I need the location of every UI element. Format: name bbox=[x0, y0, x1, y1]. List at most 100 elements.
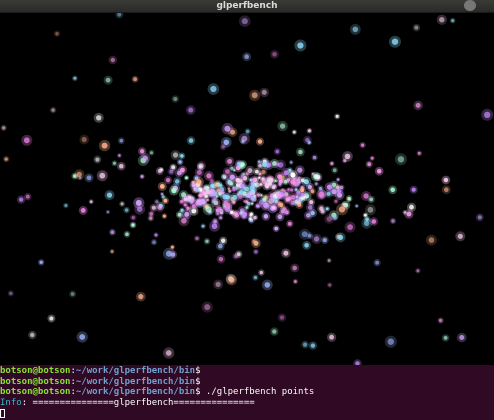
terminal-line bbox=[0, 408, 494, 419]
particle-point bbox=[247, 168, 253, 174]
particle-point bbox=[86, 175, 92, 181]
title-bar[interactable]: glperfbench bbox=[0, 0, 494, 13]
particle-point bbox=[113, 161, 116, 165]
particle-point bbox=[367, 162, 372, 167]
particle-point bbox=[64, 204, 68, 207]
particle-point bbox=[51, 108, 55, 112]
particle-point bbox=[279, 315, 285, 320]
particle-point bbox=[415, 102, 421, 108]
particle-point bbox=[364, 213, 367, 217]
particle-point bbox=[390, 187, 396, 193]
particle-point bbox=[185, 176, 188, 180]
particle-point bbox=[106, 192, 113, 198]
particle-point bbox=[183, 203, 187, 207]
particle-point bbox=[443, 336, 448, 340]
particle-point bbox=[105, 77, 111, 83]
particle-point bbox=[290, 188, 294, 192]
close-icon[interactable] bbox=[464, 0, 476, 11]
particle-point bbox=[355, 204, 358, 208]
particle-point bbox=[249, 178, 253, 182]
particle-point bbox=[253, 276, 257, 280]
particle-point bbox=[241, 135, 248, 142]
particle-point bbox=[322, 238, 327, 243]
terminal-panel[interactable]: botson@botson:~/work/glperfbench/bin$ bo… bbox=[0, 365, 494, 420]
particle-point bbox=[246, 129, 250, 134]
particle-point bbox=[290, 179, 296, 185]
particle-point bbox=[238, 179, 242, 183]
particle-point bbox=[258, 164, 262, 168]
particle-point bbox=[387, 338, 394, 345]
particle-point bbox=[397, 156, 405, 163]
particle-point bbox=[152, 240, 156, 244]
particle-point bbox=[195, 236, 199, 240]
particle-point bbox=[163, 198, 168, 203]
particle-point bbox=[251, 92, 258, 99]
particle-point bbox=[298, 201, 301, 204]
prompt-user: botson@botson bbox=[0, 387, 71, 397]
particle-point bbox=[256, 193, 261, 197]
particle-point bbox=[172, 152, 179, 158]
particle-point bbox=[307, 205, 313, 210]
particle-point bbox=[371, 219, 377, 224]
particle-point bbox=[261, 169, 266, 175]
particle-point bbox=[249, 185, 255, 191]
particle-point bbox=[272, 197, 278, 202]
app-window: glperfbench botson@botson:~/work/glperfb… bbox=[0, 0, 494, 420]
particle-point bbox=[334, 199, 338, 203]
particle-point bbox=[325, 207, 329, 211]
particle-point bbox=[300, 192, 305, 197]
particle-point bbox=[272, 52, 277, 57]
particle-point bbox=[263, 214, 269, 219]
particle-point bbox=[255, 169, 259, 174]
particle-point bbox=[178, 160, 182, 164]
particle-point bbox=[95, 157, 100, 162]
particle-point bbox=[215, 281, 221, 287]
particle-point bbox=[477, 215, 482, 220]
particle-point bbox=[417, 151, 421, 155]
particle-point bbox=[180, 154, 184, 158]
particle-point bbox=[438, 318, 443, 323]
particle-point bbox=[344, 153, 351, 160]
particle-point bbox=[210, 179, 214, 183]
particle-point bbox=[159, 184, 165, 189]
particle-point bbox=[304, 243, 309, 248]
particle-point bbox=[240, 162, 245, 167]
particle-point bbox=[305, 137, 310, 143]
terminal-line: botson@botson:~/work/glperfbench/bin$ ./… bbox=[0, 387, 494, 398]
particle-point bbox=[287, 221, 292, 226]
particle-point bbox=[110, 230, 115, 234]
particle-point bbox=[227, 158, 233, 164]
particle-point bbox=[39, 260, 43, 264]
particle-point bbox=[219, 216, 223, 220]
particle-point bbox=[140, 175, 144, 178]
particle-point bbox=[206, 198, 209, 202]
particle-point bbox=[326, 191, 331, 196]
particle-point bbox=[106, 210, 110, 214]
terminal-cursor[interactable] bbox=[0, 409, 5, 418]
particle-point bbox=[151, 205, 156, 210]
particle-point bbox=[439, 17, 445, 23]
particle-point bbox=[99, 172, 106, 179]
particle-point bbox=[157, 168, 162, 174]
particle-point bbox=[254, 250, 258, 254]
particle-point bbox=[110, 250, 114, 253]
particle-point bbox=[196, 179, 202, 185]
particle-point bbox=[367, 206, 374, 213]
particle-point bbox=[219, 208, 223, 212]
particle-point bbox=[165, 350, 172, 356]
particle-point bbox=[227, 180, 231, 184]
particle-point bbox=[251, 202, 254, 205]
particle-point bbox=[391, 38, 399, 45]
particle-point bbox=[233, 169, 236, 172]
particle-point bbox=[89, 200, 93, 203]
particle-point bbox=[290, 172, 296, 178]
prompt-path: ~/work/glperfbench/bin bbox=[75, 387, 196, 397]
particle-point bbox=[149, 216, 153, 220]
particle-point bbox=[133, 77, 138, 82]
particle-point bbox=[297, 176, 301, 180]
info-label: Info bbox=[0, 397, 22, 408]
particle-point bbox=[245, 206, 249, 209]
particle-point bbox=[218, 243, 223, 249]
particle-point bbox=[406, 211, 412, 217]
particle-point bbox=[213, 197, 217, 201]
